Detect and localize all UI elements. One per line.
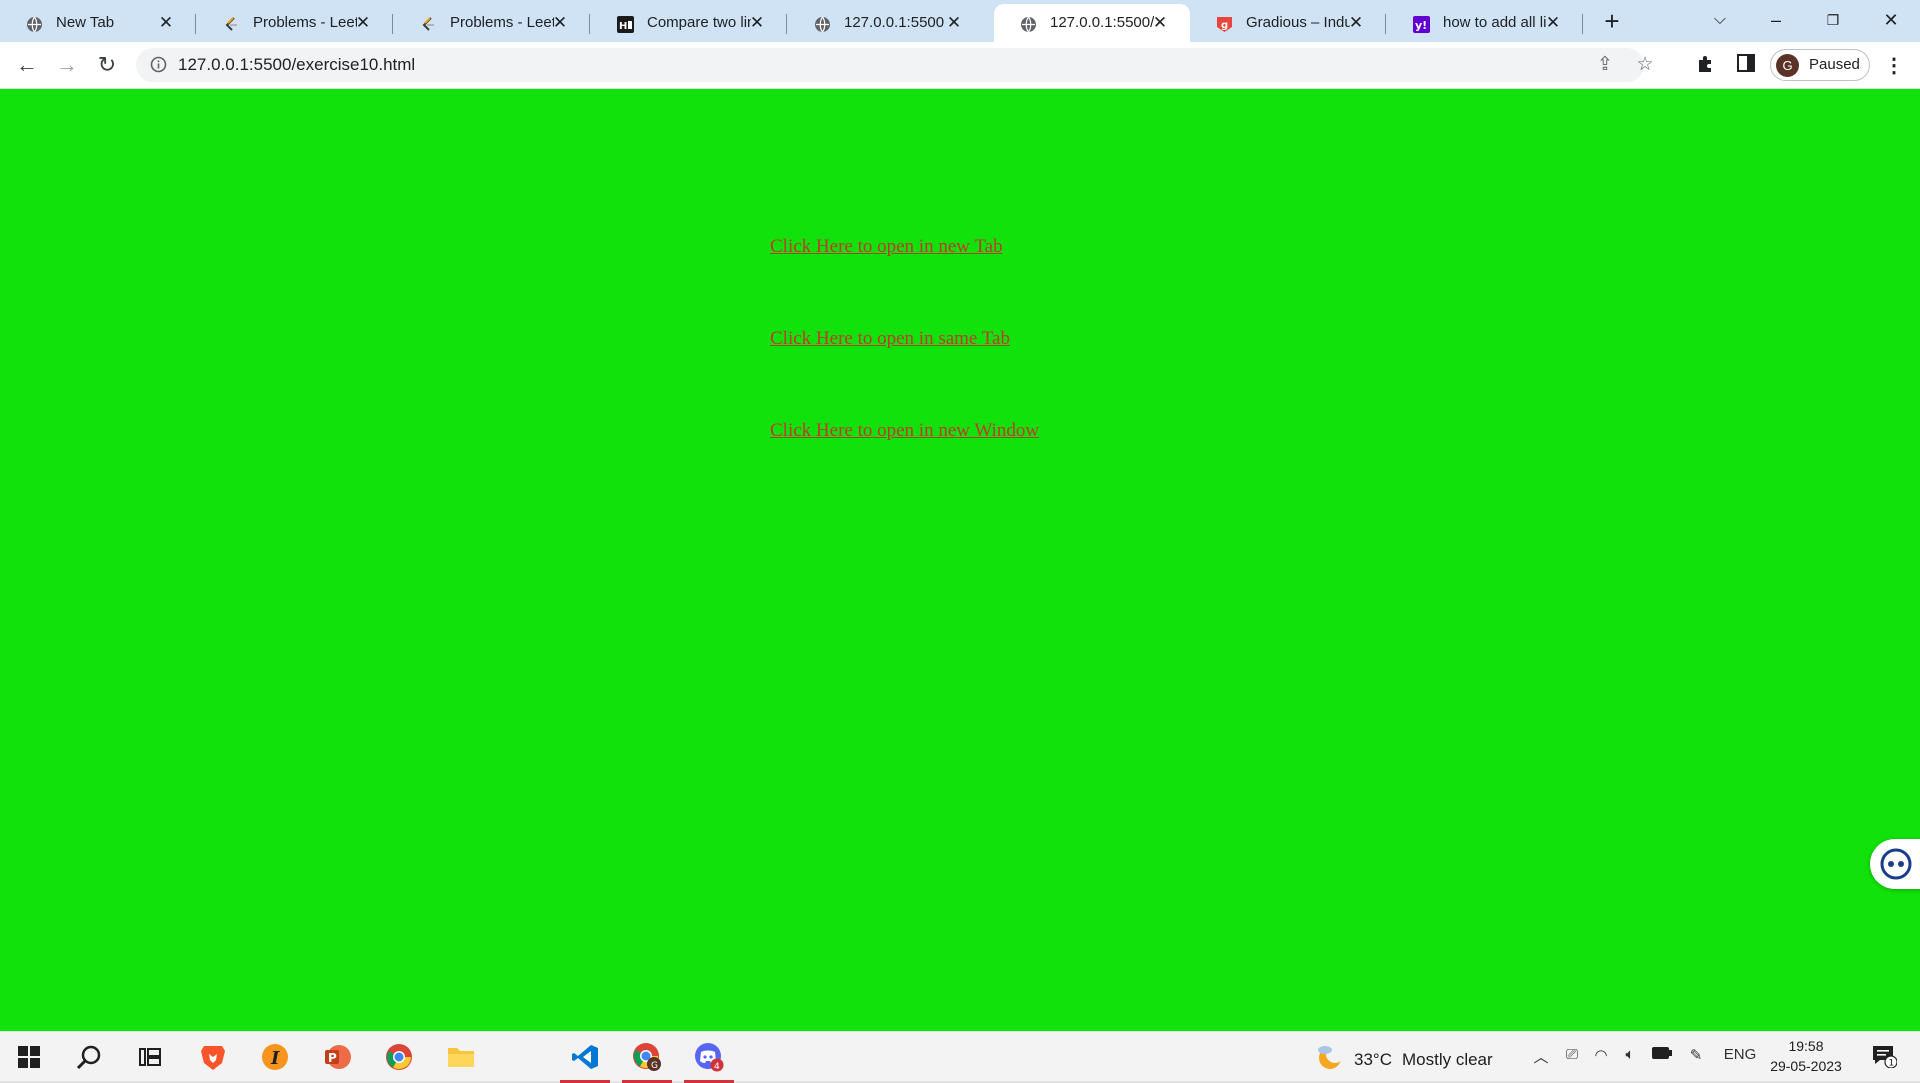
windows-start-icon[interactable] — [12, 1040, 46, 1074]
moon-cloud-icon — [1316, 1044, 1344, 1075]
new-tab-button[interactable]: + — [1598, 8, 1626, 36]
side-panel-icon[interactable] — [1734, 54, 1758, 78]
reload-button[interactable]: ↻ — [92, 50, 122, 80]
restore-button[interactable]: ❐ — [1813, 6, 1853, 34]
language-indicator[interactable]: ENG — [1722, 1046, 1758, 1063]
address-bar[interactable]: 127.0.0.1:5500/exercise10.html ⇪ ☆ — [136, 48, 1654, 82]
weather-desc: Mostly clear — [1401, 1049, 1493, 1069]
pen-icon[interactable]: ✎ — [1685, 1046, 1707, 1064]
back-button[interactable]: ← — [12, 50, 42, 80]
close-icon[interactable]: ✕ — [1150, 13, 1170, 33]
yahoo-icon: y! — [1413, 16, 1430, 33]
tab-title: Gradious – Industry — [1246, 14, 1350, 31]
tab-title: Problems - LeetCode — [253, 14, 357, 31]
share-icon[interactable]: ⇪ — [1594, 54, 1616, 76]
powerpoint-icon[interactable]: P — [320, 1040, 354, 1074]
close-icon[interactable]: ✕ — [747, 13, 767, 33]
menu-kebab-icon[interactable]: ⋮ — [1882, 54, 1906, 78]
tab-compare-links[interactable]: H Compare two links ✕ — [591, 4, 787, 42]
svg-text:1: 1 — [1889, 1059, 1895, 1069]
tab-separator — [392, 14, 393, 34]
tab-leetcode-1[interactable]: Problems - LeetCode ✕ — [197, 4, 393, 42]
profile-button[interactable]: G Paused — [1770, 49, 1870, 81]
close-icon[interactable]: ✕ — [1346, 13, 1366, 33]
leetcode-icon — [223, 16, 240, 33]
url-text: 127.0.0.1:5500/exercise10.html — [178, 55, 416, 74]
tab-new-tab[interactable]: New Tab ✕ — [0, 4, 196, 42]
tab-separator — [1582, 14, 1583, 34]
extensions-puzzle-icon[interactable] — [1694, 54, 1718, 78]
tab-separator — [589, 14, 590, 34]
show-hidden-icons-chevron-icon[interactable]: ︿ — [1530, 1046, 1552, 1067]
tab-separator — [195, 14, 196, 34]
globe-icon — [814, 16, 831, 33]
meet-camera-icon[interactable]: ⎚ — [1561, 1046, 1583, 1063]
link-new-window[interactable]: Click Here to open in new Window — [770, 420, 1039, 442]
tab-title: 127.0.0.1:5500 — [844, 14, 945, 31]
close-icon[interactable]: ✕ — [1543, 13, 1563, 33]
battery-icon[interactable] — [1651, 1046, 1673, 1063]
tab-gradious[interactable]: g Gradious – Industry ✕ — [1190, 4, 1386, 42]
gradious-icon: g — [1216, 16, 1233, 33]
chrome-icon[interactable] — [382, 1040, 416, 1074]
svg-text:y!: y! — [1415, 19, 1427, 32]
close-icon[interactable]: ✕ — [156, 13, 176, 33]
brave-browser-icon[interactable] — [196, 1040, 230, 1074]
tab-strip: New Tab ✕ Problems - LeetCode ✕ Problems… — [0, 0, 1920, 42]
close-icon[interactable]: ✕ — [550, 13, 570, 33]
link-same-tab[interactable]: Click Here to open in same Tab — [770, 328, 1010, 350]
avatar: G — [1776, 54, 1799, 77]
task-view-icon[interactable] — [133, 1040, 167, 1074]
hashnode-icon: H — [617, 16, 634, 33]
tab-title: Problems - LeetCode — [450, 14, 554, 31]
leetcode-icon — [420, 16, 437, 33]
tab-title: New Tab — [56, 14, 115, 31]
system-clock[interactable]: 19:58 29-05-2023 — [1766, 1036, 1846, 1076]
svg-text:I: I — [270, 1048, 280, 1069]
discord-icon[interactable]: 4 — [684, 1040, 734, 1083]
floating-assistant-button[interactable] — [1870, 839, 1920, 889]
tab-yahoo-search[interactable]: y! how to add all links ✕ — [1387, 4, 1583, 42]
page-content: Click Here to open in new Tab Click Here… — [0, 89, 1920, 1031]
tab-leetcode-2[interactable]: Problems - LeetCode ✕ — [394, 4, 590, 42]
profile-status: Paused — [1809, 56, 1860, 73]
svg-text:H: H — [619, 21, 627, 32]
chrome-profile-icon[interactable]: G — [622, 1040, 672, 1083]
tab-exercise10-active[interactable]: 127.0.0.1:5500/exercise10.html ✕ — [994, 4, 1190, 42]
svg-text:g: g — [1221, 20, 1228, 31]
weather-widget[interactable]: 33°C Mostly clear — [1316, 1044, 1493, 1075]
close-icon[interactable]: ✕ — [353, 13, 373, 33]
itext-app-icon[interactable]: I — [258, 1040, 292, 1074]
wifi-icon[interactable]: ◠ — [1590, 1046, 1612, 1064]
link-new-tab[interactable]: Click Here to open in new Tab — [770, 236, 1003, 258]
notification-center-icon[interactable]: 1 — [1869, 1044, 1899, 1072]
windows-taskbar: I P G 4 33°C Mostly clear ︿ ⎚ ◠ 🔈︎ ✎ ENG… — [0, 1031, 1920, 1083]
clock-time: 19:58 — [1788, 1038, 1824, 1054]
weather-temp: 33°C — [1354, 1049, 1392, 1069]
forward-button[interactable]: → — [52, 50, 82, 80]
tab-separator — [1385, 14, 1386, 34]
svg-text:G: G — [651, 1061, 658, 1071]
browser-toolbar: ← → ↻ 127.0.0.1:5500/exercise10.html ⇪ ☆… — [0, 42, 1920, 89]
tab-title: Compare two links — [647, 14, 751, 31]
close-window-button[interactable]: ✕ — [1871, 6, 1911, 34]
bookmark-star-icon[interactable]: ☆ — [1634, 54, 1656, 76]
minimize-button[interactable]: – — [1756, 6, 1796, 34]
vscode-icon[interactable] — [560, 1040, 610, 1083]
volume-icon[interactable]: 🔈︎ — [1619, 1046, 1641, 1063]
tab-title: 127.0.0.1:5500/exercise10.html — [1050, 14, 1154, 31]
svg-text:4: 4 — [714, 1062, 720, 1072]
close-icon[interactable]: ✕ — [944, 13, 964, 33]
svg-text:P: P — [328, 1051, 337, 1065]
search-icon[interactable] — [72, 1040, 106, 1074]
file-explorer-icon[interactable] — [444, 1040, 478, 1074]
tab-separator — [786, 14, 787, 34]
tab-search-chevron-icon[interactable]: ⌵ — [1700, 6, 1740, 34]
clock-date: 29-05-2023 — [1770, 1058, 1842, 1074]
tab-title: how to add all links — [1443, 14, 1547, 31]
tab-localhost[interactable]: 127.0.0.1:5500 ✕ — [788, 4, 984, 42]
globe-icon — [1020, 16, 1037, 33]
globe-icon — [26, 16, 43, 33]
info-icon[interactable] — [150, 56, 167, 73]
